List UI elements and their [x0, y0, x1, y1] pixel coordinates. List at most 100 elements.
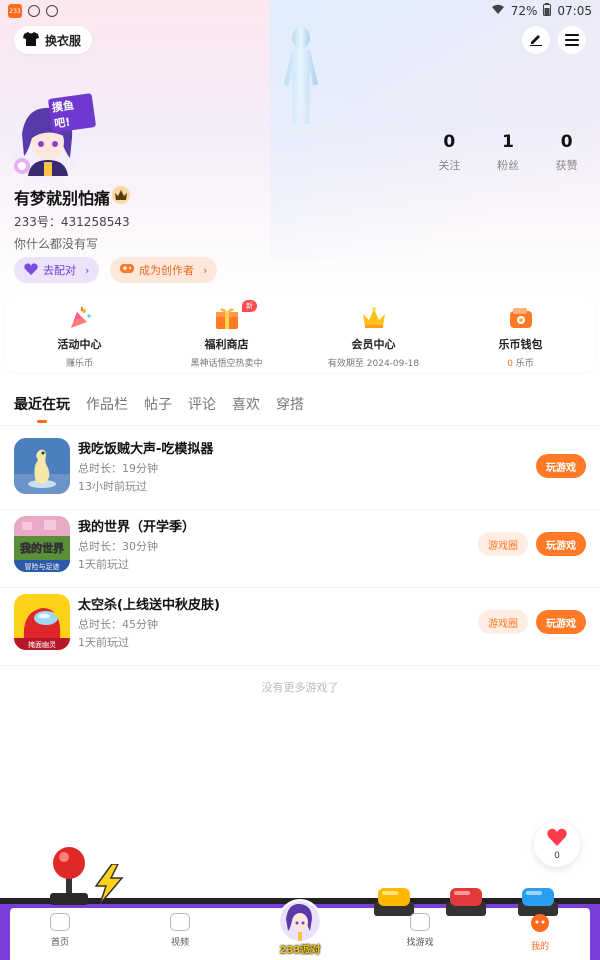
gamepad-icon: [120, 263, 134, 277]
user-bio: 你什么都没有写: [14, 237, 99, 251]
clock: 07:05: [557, 4, 592, 18]
profile-tabs: 最近在玩 作品栏 帖子 评论 喜欢 穿搭: [0, 382, 600, 426]
joystick-icon: [44, 845, 94, 907]
stat-value: 0: [560, 132, 573, 152]
profile-avatar[interactable]: 摸鱼吧!: [8, 93, 97, 184]
match-button[interactable]: 去配对 ›: [14, 257, 100, 283]
avatar-sticker: 摸鱼吧!: [47, 93, 97, 133]
game-icon: 我的世界 冒险与足迹: [14, 516, 70, 572]
stat-followers[interactable]: 1 粉丝: [479, 132, 538, 173]
feature-title: 乐币钱包: [498, 338, 543, 351]
username: 有梦就别怕痛: [14, 189, 111, 208]
new-badge: 新: [242, 300, 257, 312]
app-notification-icon: 233: [8, 4, 22, 18]
nav-party-label[interactable]: 233派对: [270, 941, 330, 956]
tab-posts[interactable]: 帖子: [144, 382, 172, 425]
feature-subtitle: 赚乐币: [65, 359, 93, 369]
wifi-icon: [491, 4, 505, 18]
list-item[interactable]: 我的世界冒险与足迹 我的世界（开学季） 总时长：30分钟 1天前玩过 游戏圈 玩…: [0, 510, 600, 588]
party-popper-icon: [67, 306, 93, 330]
feature-vip-center[interactable]: 会员中心 有效期至 2024-09-18: [300, 294, 447, 372]
chevron-right-icon: ›: [203, 263, 208, 277]
lightning-icon: [92, 863, 126, 905]
gift-shop-icon: [214, 306, 240, 330]
game-icon: [14, 438, 70, 494]
game-duration: 总时长：45分钟: [78, 618, 158, 631]
nav-label: 我的: [530, 942, 549, 952]
game-circle-button[interactable]: 游戏圈: [478, 532, 528, 556]
game-icon-caption: 冒险与足迹: [25, 562, 60, 571]
vip-crown-icon[interactable]: [112, 186, 130, 204]
stat-label: 粉丝: [497, 159, 519, 172]
play-game-button[interactable]: 玩游戏: [536, 454, 586, 478]
list-item[interactable]: 掩面幽灵 太空杀(上线送中秋皮肤) 总时长：45分钟 1天前玩过 游戏圈 玩游戏: [0, 588, 600, 666]
feature-welfare-shop[interactable]: 新 福利商店 黑神话悟空热卖中: [153, 294, 300, 372]
tab-recent-played[interactable]: 最近在玩: [14, 382, 70, 425]
pencil-icon: [529, 31, 543, 50]
feature-subtitle: 黑神话悟空热卖中: [190, 359, 263, 369]
smiley-icon: [530, 913, 550, 937]
tab-works[interactable]: 作品栏: [86, 382, 128, 425]
feature-title: 活动中心: [57, 338, 102, 351]
game-icon: 掩面幽灵: [14, 594, 70, 650]
feature-subtitle: 有效期至 2024-09-18: [327, 359, 420, 369]
video-icon: [170, 913, 190, 931]
creator-label: 成为创作者: [139, 264, 194, 277]
tab-outfits[interactable]: 穿搭: [276, 382, 304, 425]
game-last-played: 13小时前玩过: [78, 480, 147, 493]
game-title: 我吃饭贼大声-吃模拟器: [78, 442, 214, 457]
home-icon: [50, 913, 70, 931]
menu-button[interactable]: [558, 26, 586, 54]
heart-icon: [24, 262, 38, 278]
feature-title: 会员中心: [351, 338, 396, 351]
tshirt-icon: [23, 31, 39, 49]
floating-like-button[interactable]: 0: [534, 821, 580, 867]
game-icon-logo: 我的世界: [20, 541, 64, 555]
stat-following[interactable]: 0 关注: [420, 132, 479, 173]
gamepad-icon: [410, 913, 430, 931]
tab-likes[interactable]: 喜欢: [232, 382, 260, 425]
menu-icon: [565, 31, 579, 50]
feature-title: 福利商店: [204, 338, 249, 351]
game-circle-button[interactable]: 游戏圈: [478, 610, 528, 634]
become-creator-button[interactable]: 成为创作者 ›: [110, 257, 218, 283]
game-last-played: 1天前玩过: [78, 636, 129, 649]
play-game-button[interactable]: 玩游戏: [536, 610, 586, 634]
stat-value: 0: [443, 132, 456, 152]
feature-coin-wallet[interactable]: 乐币钱包 0 乐币: [447, 294, 594, 372]
list-item[interactable]: 我吃饭贼大声-吃模拟器 总时长：19分钟 13小时前玩过 玩游戏: [0, 432, 600, 510]
battery-icon: [543, 3, 552, 19]
game-duration: 总时长：30分钟: [78, 540, 158, 553]
change-outfit-label: 换衣服: [45, 33, 82, 48]
play-game-button[interactable]: 玩游戏: [536, 532, 586, 556]
game-last-played: 1天前玩过: [78, 558, 129, 571]
game-title: 太空杀(上线送中秋皮肤): [78, 598, 220, 613]
nav-label: 找游戏: [406, 938, 434, 948]
feature-activity-center[interactable]: 活动中心 赚乐币: [6, 294, 153, 372]
feature-grid: 活动中心 赚乐币 新 福利商店 黑神话悟空热卖中 会员中心 有效期至 2024-…: [6, 294, 594, 372]
stat-likes[interactable]: 0 获赞: [537, 132, 596, 173]
nav-mine[interactable]: 我的: [510, 910, 570, 952]
change-outfit-button[interactable]: 换衣服: [14, 26, 93, 54]
tab-comments[interactable]: 评论: [188, 382, 216, 425]
chevron-right-icon: ›: [85, 263, 90, 277]
game-duration: 总时长：19分钟: [78, 462, 158, 475]
battery-level: 72%: [510, 4, 538, 18]
stat-label: 获赞: [555, 159, 578, 172]
nav-label: 视频: [170, 938, 189, 948]
nav-label: 首页: [50, 938, 69, 948]
coin-unit: 乐币: [512, 359, 534, 369]
stat-label: 关注: [438, 159, 461, 172]
like-count: 0: [554, 850, 560, 861]
nav-find-games[interactable]: 找游戏: [390, 910, 450, 948]
nav-home[interactable]: 首页: [30, 910, 90, 948]
nav-party-avatar[interactable]: [278, 899, 322, 943]
avatar-3d-figure[interactable]: [272, 26, 330, 126]
game-title: 我的世界（开学季）: [78, 520, 196, 535]
no-more-games-text: 没有更多游戏了: [261, 681, 339, 694]
edit-profile-button[interactable]: [522, 26, 550, 54]
match-label: 去配对: [43, 264, 76, 277]
nav-video[interactable]: 视频: [150, 910, 210, 948]
wallet-icon: [508, 306, 534, 330]
status-bar: 233 72% 07:05: [0, 0, 600, 22]
